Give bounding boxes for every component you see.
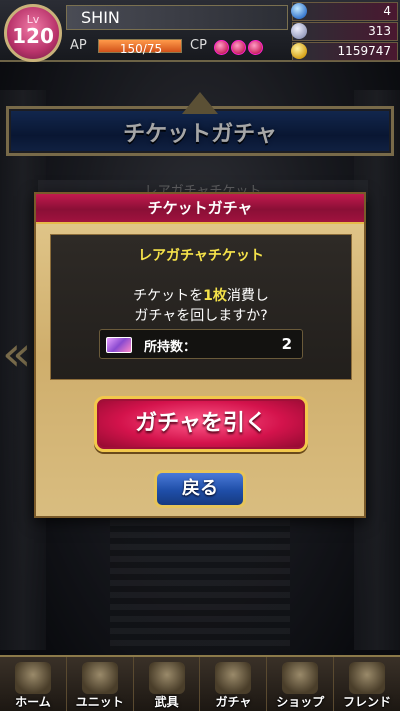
currency-gold[interactable]: 1159747	[291, 42, 398, 61]
nav-shop-label: ショップ	[276, 695, 325, 709]
cp-dot-icon	[214, 40, 229, 55]
currency-gem[interactable]: 4	[291, 2, 398, 21]
cp-dot-icon	[231, 40, 246, 55]
shop-icon	[282, 662, 319, 694]
level-value: 120	[12, 24, 54, 48]
nav-unit[interactable]: ユニット	[67, 657, 134, 711]
ticket-icon	[106, 337, 132, 353]
gem-icon	[291, 3, 307, 19]
bottom-nav: ホーム ユニット 武具 ガチャ ショップ フレンド	[0, 655, 400, 711]
confirm-message-line1: チケットを1枚消費し	[51, 285, 351, 305]
currency-crystal-value: 313	[368, 24, 391, 38]
home-icon	[14, 662, 51, 694]
owned-count-box: 所持数： 2	[99, 329, 303, 359]
crystal-icon	[291, 23, 307, 39]
nav-gacha-label: ガチャ	[215, 695, 252, 709]
nav-gacha[interactable]: ガチャ	[200, 657, 268, 711]
ticket-gacha-dialog: チケットガチャ レアガチャチケット チケットを1枚消費し ガチャを回しますか? …	[34, 192, 366, 518]
cp-indicator	[214, 40, 263, 55]
nav-weapon-label: 武具	[154, 695, 179, 709]
nav-home[interactable]: ホーム	[0, 657, 67, 711]
status-bar: Lv 120 SHIN AP 150/75 CP 4 313 1159747	[0, 0, 400, 62]
back-button[interactable]: 戻る	[154, 470, 246, 508]
owned-count-label: 所持数：	[144, 340, 197, 355]
pull-gacha-button[interactable]: ガチャを引く	[94, 396, 308, 452]
dialog-message-panel: レアガチャチケット チケットを1枚消費し ガチャを回しますか? 所持数： 2	[50, 234, 352, 380]
cp-label: CP	[190, 38, 207, 53]
nav-home-label: ホーム	[15, 695, 51, 709]
currency-crystal[interactable]: 313	[291, 22, 398, 41]
nav-weapon[interactable]: 武具	[134, 657, 201, 711]
ap-value: 150/75	[119, 42, 163, 56]
nav-friend-label: フレンド	[343, 695, 392, 709]
currency-gold-value: 1159747	[337, 44, 391, 58]
confirm-count: 1枚	[203, 288, 227, 304]
nav-unit-label: ユニット	[75, 695, 124, 709]
gacha-crystal-icon	[215, 662, 252, 694]
nav-friend[interactable]: フレンド	[334, 657, 400, 711]
confirm-message-line2: ガチャを回しますか?	[134, 308, 268, 324]
gold-coin-icon	[291, 43, 307, 59]
weapon-icon	[148, 662, 185, 694]
level-badge: Lv 120	[4, 4, 62, 62]
currency-panel: 4 313 1159747	[291, 2, 398, 62]
confirm-suffix: 消費し	[226, 288, 269, 304]
currency-gem-value: 4	[383, 4, 391, 18]
ticket-name: レアガチャチケット	[138, 248, 264, 264]
player-name[interactable]: SHIN	[66, 5, 288, 30]
owned-count-value: 2	[281, 335, 292, 353]
unit-icon	[81, 662, 118, 694]
cp-dot-icon	[248, 40, 263, 55]
ap-label: AP	[70, 38, 87, 53]
confirm-prefix: チケットを	[133, 288, 204, 304]
dialog-title: チケットガチャ	[36, 194, 364, 224]
friend-icon	[349, 662, 386, 694]
nav-shop[interactable]: ショップ	[267, 657, 335, 711]
